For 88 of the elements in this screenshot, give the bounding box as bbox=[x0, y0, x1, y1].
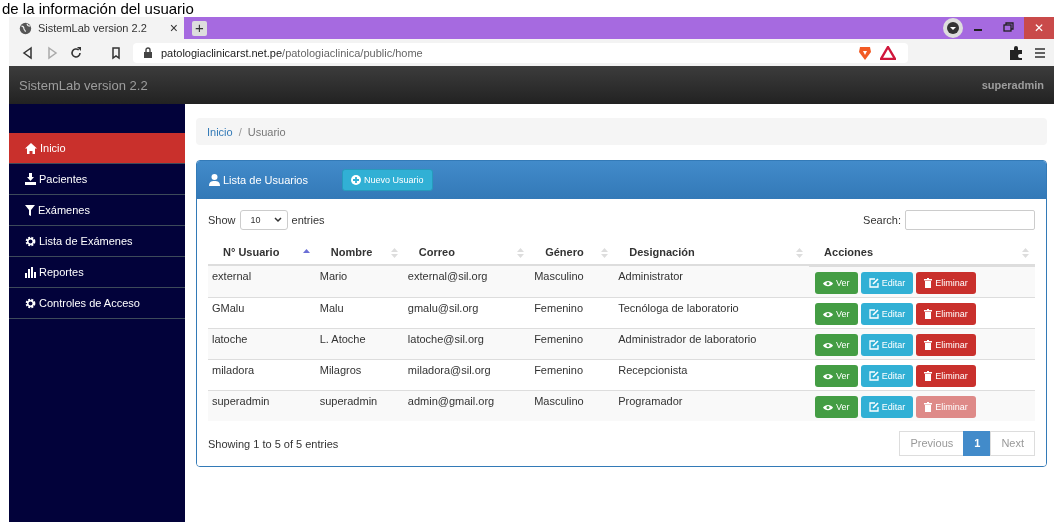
view-button[interactable]: Ver bbox=[815, 365, 858, 387]
caption-text: de la información del usuario bbox=[1, 0, 195, 17]
table-cell: L. Atoche bbox=[315, 328, 404, 359]
trash-icon bbox=[924, 278, 933, 288]
back-icon[interactable] bbox=[21, 45, 35, 60]
trash-icon bbox=[924, 340, 933, 350]
lock-icon bbox=[143, 47, 153, 58]
view-button[interactable]: Ver bbox=[815, 272, 858, 294]
sidebar-item[interactable]: Reportes bbox=[9, 257, 185, 288]
sort-icon bbox=[1022, 248, 1029, 258]
dropdown-icon[interactable] bbox=[942, 17, 964, 39]
trash-icon bbox=[924, 309, 933, 319]
sidebar-item[interactable]: Controles de Acceso bbox=[9, 288, 185, 319]
tab-close-button[interactable]: × bbox=[169, 20, 178, 36]
delete-button[interactable]: Eliminar bbox=[916, 334, 976, 356]
new-tab-button[interactable]: + bbox=[192, 20, 207, 36]
delete-button[interactable]: Eliminar bbox=[916, 365, 976, 387]
table-cell: Programador bbox=[614, 390, 810, 421]
sidebar-item[interactable]: Pacientes bbox=[9, 164, 185, 195]
gear-icon bbox=[25, 297, 36, 309]
tab-title: SistemLab version 2.2 bbox=[38, 22, 148, 34]
sort-icon bbox=[517, 248, 525, 258]
table-cell: external@sil.org bbox=[403, 265, 531, 297]
globe-icon bbox=[19, 21, 32, 35]
table-cell: Femenino bbox=[530, 328, 615, 359]
brand-title[interactable]: SistemLab version 2.2 bbox=[19, 77, 148, 93]
sort-icon bbox=[390, 248, 398, 258]
table-cell: superadmin bbox=[315, 390, 404, 421]
address-field[interactable]: patologiaclinicarst.net.pe/patologiaclinica/public/home bbox=[133, 42, 908, 63]
table-cell: Administrador de laboratorio bbox=[614, 328, 810, 359]
browser-tab[interactable]: SistemLab version 2.2 × bbox=[9, 17, 184, 39]
plus-circle-icon bbox=[351, 175, 361, 185]
sidebar-item[interactable]: Exámenes bbox=[9, 195, 185, 226]
breadcrumb-item: Usuario bbox=[247, 125, 286, 138]
eye-icon bbox=[823, 341, 834, 349]
entries-info: Showing 1 to 5 of 5 entries bbox=[208, 437, 339, 450]
table-cell: Administrator bbox=[614, 265, 810, 297]
chevron-down-icon bbox=[273, 217, 282, 223]
panel-title: Lista de Usuarios bbox=[209, 174, 308, 186]
entries-label: entries bbox=[291, 214, 325, 226]
eye-icon bbox=[823, 310, 834, 318]
user-icon bbox=[209, 174, 220, 186]
edit-icon bbox=[868, 402, 879, 412]
edit-icon bbox=[868, 371, 879, 381]
edit-icon bbox=[868, 309, 879, 319]
close-button[interactable]: ✕ bbox=[1024, 17, 1054, 39]
bookmark-icon[interactable] bbox=[109, 45, 123, 60]
edit-icon bbox=[868, 278, 879, 288]
table-cell: latoche@sil.org bbox=[403, 328, 531, 359]
bar-chart-icon bbox=[25, 266, 36, 278]
delete-button[interactable]: Eliminar bbox=[916, 272, 976, 294]
eye-icon bbox=[823, 279, 834, 287]
view-button[interactable]: Ver bbox=[815, 334, 858, 356]
breadcrumb-separator: / bbox=[238, 125, 242, 138]
sort-icon bbox=[601, 248, 609, 258]
search-label: Search: bbox=[863, 214, 901, 226]
pagination-button[interactable]: 1 bbox=[963, 431, 992, 456]
gear-icon bbox=[25, 235, 36, 247]
filter-icon bbox=[25, 204, 35, 216]
triangle-icon[interactable] bbox=[880, 45, 896, 60]
sort-icon bbox=[796, 248, 804, 258]
reload-icon[interactable] bbox=[69, 45, 83, 60]
table-cell: external bbox=[208, 265, 316, 297]
breadcrumb-item[interactable]: Inicio bbox=[207, 125, 233, 138]
table-cell: Masculino bbox=[530, 265, 615, 297]
eye-icon bbox=[823, 372, 834, 380]
table-cell: latoche bbox=[208, 328, 316, 359]
eye-icon bbox=[823, 403, 834, 411]
table-cell: superadmin bbox=[208, 390, 316, 421]
search-field[interactable] bbox=[905, 210, 1035, 230]
edit-icon bbox=[868, 340, 879, 350]
table-cell: admin@gmail.org bbox=[403, 390, 531, 421]
table-cell: Masculino bbox=[530, 390, 615, 421]
entries-select[interactable]: 10 bbox=[239, 210, 288, 230]
view-button[interactable]: Ver bbox=[815, 396, 858, 418]
trash-icon bbox=[924, 402, 933, 412]
view-button[interactable]: Ver bbox=[815, 303, 858, 325]
show-label: Show bbox=[208, 214, 236, 226]
user-name[interactable]: superadmin bbox=[981, 79, 1044, 91]
download-icon bbox=[25, 173, 36, 185]
menu-icon[interactable] bbox=[1034, 46, 1046, 59]
delete-button[interactable]: Eliminar bbox=[916, 303, 976, 325]
puzzle-icon[interactable] bbox=[1008, 44, 1024, 61]
sidebar-item[interactable]: Inicio bbox=[9, 133, 185, 164]
home-icon bbox=[25, 142, 37, 154]
table-cell: Mario bbox=[315, 265, 404, 297]
sidebar-item[interactable]: Lista de Exámenes bbox=[9, 226, 185, 257]
trash-icon bbox=[924, 371, 933, 381]
